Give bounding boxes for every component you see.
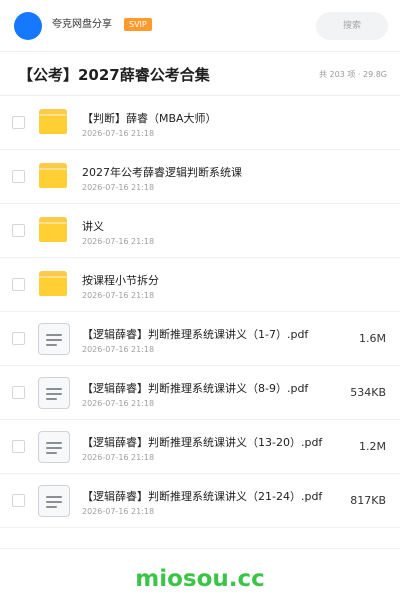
row-checkbox[interactable]: [12, 440, 25, 453]
folder-icon: [38, 269, 70, 301]
row-checkbox[interactable]: [12, 278, 25, 291]
file-date: 2026-07-16 21:18: [82, 291, 155, 300]
file-date: 2026-07-16 21:18: [82, 507, 155, 516]
file-name[interactable]: 【逻辑薛睿】判断推理系统课讲义（21-24）.pdf: [82, 490, 322, 504]
file-list: 【判断】薛睿（MBA大师） 2026-07-16 21:18 2027年公考薛睿逻辑…: [0, 96, 400, 528]
file-row[interactable]: 【逻辑薛睿】判断推理系统课讲义（1-7）.pdf 2026-07-16 21:18…: [0, 312, 400, 366]
file-size: 534KB: [350, 386, 386, 399]
search-input[interactable]: [316, 12, 388, 40]
file-name[interactable]: 【逻辑薛睿】判断推理系统课讲义（8-9）.pdf: [82, 382, 308, 396]
folder-title-bar: 【公考】2027薛睿公考合集 共 203 项 · 29.8G: [0, 52, 400, 96]
document-icon: [38, 323, 70, 355]
file-size: 1.2M: [359, 440, 386, 453]
file-date: 2026-07-16 21:18: [82, 237, 155, 246]
folder-icon: [38, 215, 70, 247]
file-date: 2026-07-16 21:18: [82, 183, 155, 192]
file-row[interactable]: 【逻辑薛睿】判断推理系统课讲义（21-24）.pdf 2026-07-16 21:…: [0, 474, 400, 528]
file-date: 2026-07-16 21:18: [82, 399, 155, 408]
folder-icon: [38, 161, 70, 193]
file-date: 2026-07-16 21:18: [82, 453, 155, 462]
file-name[interactable]: 【逻辑薛睿】判断推理系统课讲义（13-20）.pdf: [82, 436, 322, 450]
folder-icon: [38, 107, 70, 139]
site-watermark: miosou.cc: [135, 566, 265, 592]
file-date: 2026-07-16 21:18: [82, 129, 155, 138]
document-icon: [38, 485, 70, 517]
folder-row[interactable]: 讲义 2026-07-16 21:18: [0, 204, 400, 258]
row-checkbox[interactable]: [12, 224, 25, 237]
row-checkbox[interactable]: [12, 170, 25, 183]
file-name[interactable]: 2027年公考薛睿逻辑判断系统课: [82, 166, 242, 180]
avatar[interactable]: [14, 12, 42, 40]
file-date: 2026-07-16 21:18: [82, 345, 155, 354]
file-row[interactable]: 【逻辑薛睿】判断推理系统课讲义（13-20）.pdf 2026-07-16 21:…: [0, 420, 400, 474]
file-name[interactable]: 讲义: [82, 220, 104, 234]
footer-divider: [0, 548, 400, 549]
folder-row[interactable]: 2027年公考薛睿逻辑判断系统课 2026-07-16 21:18: [0, 150, 400, 204]
folder-row[interactable]: 按课程小节拆分 2026-07-16 21:18: [0, 258, 400, 312]
page-title: 【公考】2027薛睿公考合集: [18, 66, 210, 84]
folder-summary: 共 203 项 · 29.8G: [319, 70, 387, 79]
folder-row[interactable]: 【判断】薛睿（MBA大师） 2026-07-16 21:18: [0, 96, 400, 150]
file-name[interactable]: 【逻辑薛睿】判断推理系统课讲义（1-7）.pdf: [82, 328, 308, 342]
svip-badge: SVIP: [124, 18, 152, 31]
file-row[interactable]: 【逻辑薛睿】判断推理系统课讲义（8-9）.pdf 2026-07-16 21:18…: [0, 366, 400, 420]
share-header: 夸克网盘分享 SVIP: [0, 0, 400, 52]
file-size: 817KB: [350, 494, 386, 507]
file-name[interactable]: 按课程小节拆分: [82, 274, 159, 288]
document-icon: [38, 431, 70, 463]
row-checkbox[interactable]: [12, 332, 25, 345]
file-size: 1.6M: [359, 332, 386, 345]
share-owner-name: 夸克网盘分享: [52, 19, 112, 30]
document-icon: [38, 377, 70, 409]
row-checkbox[interactable]: [12, 494, 25, 507]
row-checkbox[interactable]: [12, 116, 25, 129]
row-checkbox[interactable]: [12, 386, 25, 399]
file-name[interactable]: 【判断】薛睿（MBA大师）: [82, 112, 217, 126]
